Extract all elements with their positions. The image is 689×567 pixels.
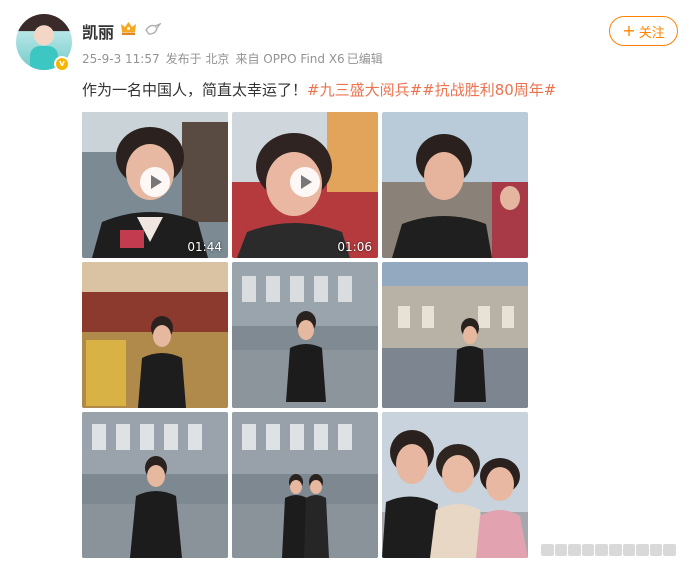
weibo-post-card: v 凯丽 25-9-3 11:57 发布于 北京 来自 OPPO Find X6 已编…: [0, 0, 689, 567]
media-image-8: [232, 412, 378, 558]
media-tile-1[interactable]: 01:44: [82, 112, 228, 258]
media-image-6: [382, 262, 528, 408]
media-image-9: [382, 412, 528, 558]
bird-icon: [145, 22, 161, 35]
post-source: 来自 OPPO Find X6: [235, 52, 345, 66]
media-image-7: [82, 412, 228, 558]
username[interactable]: 凯丽: [82, 19, 114, 43]
media-image-5: [232, 262, 378, 408]
media-tile-2[interactable]: 01:06: [232, 112, 378, 258]
crown-icon: [121, 22, 136, 35]
media-tile-5[interactable]: [232, 262, 378, 408]
media-tile-6[interactable]: [382, 262, 528, 408]
watermark: [541, 544, 676, 558]
media-grid: 01:44 01:06: [82, 112, 528, 558]
video-duration-1: 01:44: [187, 240, 222, 254]
verified-badge-icon: v: [54, 56, 70, 72]
post-edited[interactable]: 已编辑: [347, 52, 383, 66]
post-meta: 25-9-3 11:57 发布于 北京 来自 OPPO Find X6 已编辑: [82, 50, 389, 67]
media-tile-4[interactable]: [82, 262, 228, 408]
media-image-4: [82, 262, 228, 408]
post-date[interactable]: 25-9-3 11:57: [82, 52, 160, 66]
media-image-3: [382, 112, 528, 258]
follow-button[interactable]: + 关注: [609, 16, 678, 46]
follow-label: 关注: [638, 25, 665, 41]
post-body: 作为一名中国人，简直太幸运了！: [82, 81, 308, 99]
plus-icon: +: [622, 21, 636, 40]
hashtag-parade[interactable]: #九三盛大阅兵#: [307, 81, 422, 99]
play-icon[interactable]: [140, 167, 170, 197]
media-tile-9[interactable]: [382, 412, 528, 558]
post-location: 发布于 北京: [165, 52, 230, 66]
video-duration-2: 01:06: [337, 240, 372, 254]
play-icon[interactable]: [290, 167, 320, 197]
media-tile-7[interactable]: [82, 412, 228, 558]
hashtag-anniversary[interactable]: #抗战胜利80周年#: [422, 81, 556, 99]
media-tile-8[interactable]: [232, 412, 378, 558]
post-text: 作为一名中国人，简直太幸运了！#九三盛大阅兵##抗战胜利80周年#: [82, 80, 556, 100]
media-tile-3[interactable]: [382, 112, 528, 258]
